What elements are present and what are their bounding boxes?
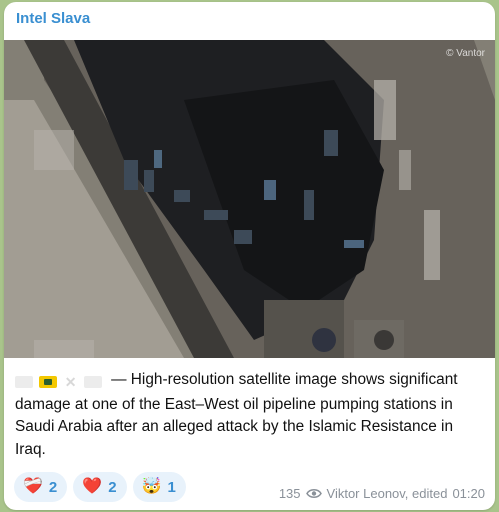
message-meta: 135 Viktor Leonov, edited 01:20 [279,486,485,501]
reaction-count: 2 [108,478,117,496]
reaction-count: 1 [167,478,176,496]
flag-white-icon [83,375,102,388]
exploding-head-icon: 🤯 [141,478,162,495]
message-bubble[interactable]: Intel Slava © Vantor ✕ — High-resolution… [4,2,495,510]
flag-x-icon: ✕ [64,373,77,390]
flag-emojis: ✕ [15,371,104,394]
channel-name[interactable]: Intel Slava [16,10,90,27]
reaction-exploding-head[interactable]: 🤯 1 [132,472,186,502]
reaction-count: 2 [48,478,58,496]
reactions-bar: ❤️‍🩹 2 ❤️ 2 🤯 1 [14,472,186,502]
author-edited: Viktor Leonov, edited [326,486,448,501]
view-count: 135 [278,486,301,501]
message-time: 01:20 [452,486,485,501]
eye-icon [305,489,322,498]
flag-white-icon [15,375,33,388]
reaction-red-heart[interactable]: ❤️ 2 [73,472,127,502]
flag-yellow-icon [39,375,58,388]
image-watermark: © Vantor [446,48,485,59]
red-heart-icon: ❤️ [82,478,103,495]
satellite-image[interactable]: © Vantor [4,40,495,358]
satellite-image-graphic [4,40,495,358]
broken-heart-icon: ❤️‍🩹 [23,478,43,495]
message-caption: ✕ — High-resolution satellite image show… [15,369,487,461]
reaction-broken-heart[interactable]: ❤️‍🩹 2 [14,472,68,502]
